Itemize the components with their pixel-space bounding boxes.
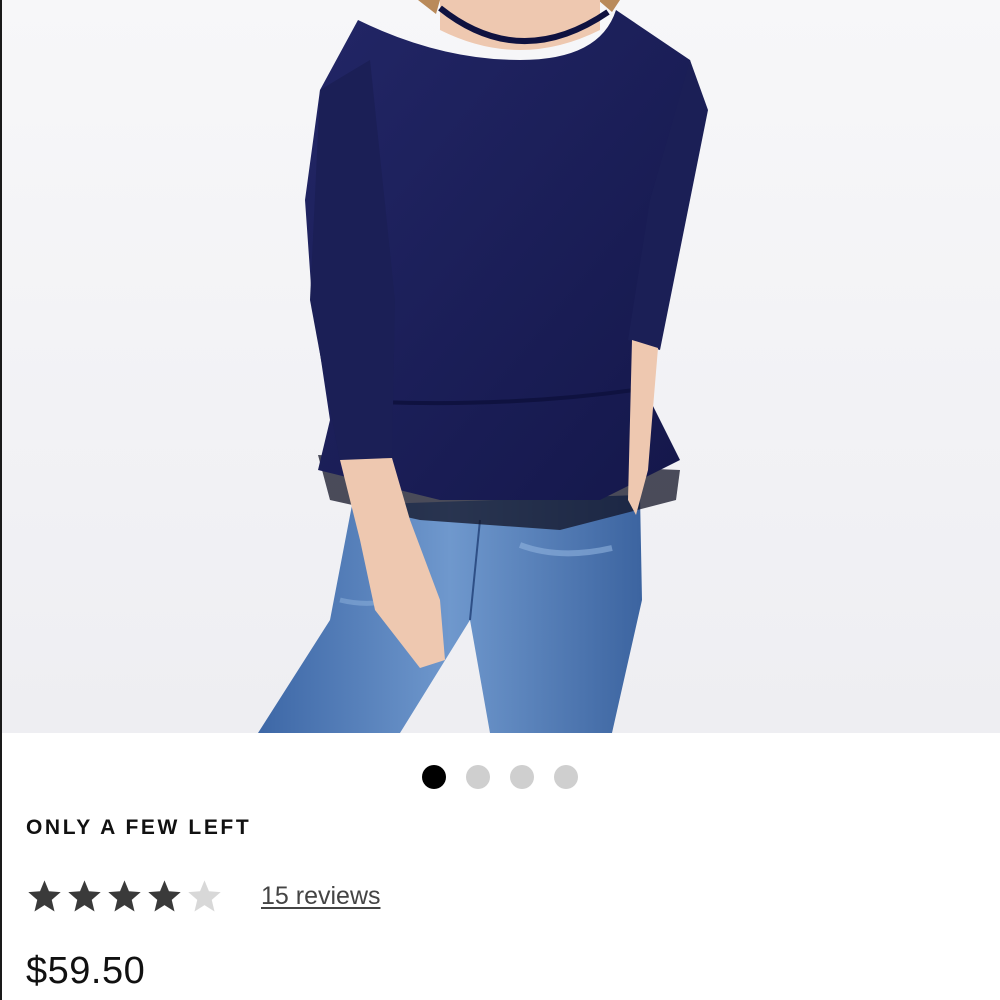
product-image[interactable] [0, 0, 1000, 733]
reviews-link[interactable]: 15 reviews [261, 882, 381, 911]
star-filled-icon [146, 878, 183, 915]
stock-status: ONLY A FEW LEFT [26, 816, 252, 839]
star-filled-icon [66, 878, 103, 915]
image-carousel-dots [0, 765, 1000, 789]
star-filled-icon [26, 878, 63, 915]
carousel-dot-1[interactable] [422, 765, 446, 789]
product-price: $59.50 [26, 950, 146, 992]
star-filled-icon [106, 878, 143, 915]
star-rating[interactable] [26, 878, 223, 915]
product-photo-illustration [0, 0, 1000, 733]
carousel-dot-3[interactable] [510, 765, 534, 789]
rating-row: 15 reviews [26, 874, 381, 918]
carousel-dot-4[interactable] [554, 765, 578, 789]
star-empty-icon [186, 878, 223, 915]
carousel-dot-2[interactable] [466, 765, 490, 789]
screen-edge [0, 0, 2, 1000]
